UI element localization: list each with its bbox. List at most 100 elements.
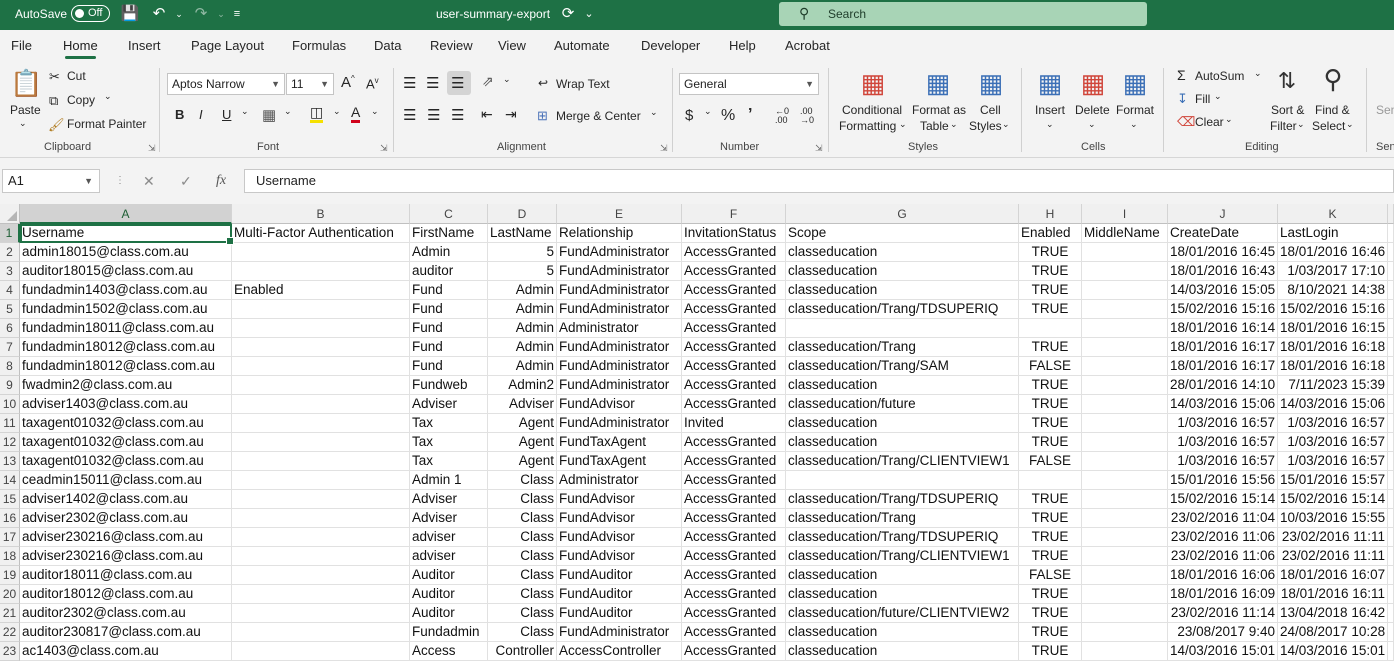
row-header[interactable]: 6 [0, 319, 20, 338]
cell-h20[interactable]: TRUE [1019, 585, 1082, 604]
cell-h4[interactable]: TRUE [1019, 281, 1082, 300]
cell-c7[interactable]: Fund [410, 338, 488, 357]
cell-e8[interactable]: FundAdministrator [557, 357, 682, 376]
cell-e3[interactable]: FundAdministrator [557, 262, 682, 281]
autosave-toggle[interactable]: Off [71, 5, 110, 22]
cell-g1[interactable]: Scope [786, 224, 1019, 243]
cell-b14[interactable] [232, 471, 410, 490]
cell-g5[interactable]: classeducation/Trang/TDSUPERIQ [786, 300, 1019, 319]
cell-e20[interactable]: FundAuditor [557, 585, 682, 604]
cell-b15[interactable] [232, 490, 410, 509]
cell-b16[interactable] [232, 509, 410, 528]
cell-f15[interactable]: AccessGranted [682, 490, 786, 509]
filename-dropdown-icon[interactable]: ⌄ [578, 3, 600, 25]
clipboard-launcher-icon[interactable]: ⇲ [148, 143, 156, 154]
cell-g17[interactable]: classeducation/Trang/TDSUPERIQ [786, 528, 1019, 547]
cell-c11[interactable]: Tax [410, 414, 488, 433]
cell-a2[interactable]: admin18015@class.com.au [20, 243, 232, 262]
cell-k1[interactable]: LastLogin [1278, 224, 1388, 243]
undo-dropdown-icon[interactable]: ⌄ [168, 3, 190, 25]
cell-h21[interactable]: TRUE [1019, 604, 1082, 623]
cell-i4[interactable] [1082, 281, 1168, 300]
cell-g14[interactable] [786, 471, 1019, 490]
cell-h1[interactable]: Enabled [1019, 224, 1082, 243]
cell-partial[interactable] [1388, 243, 1394, 262]
cell-h16[interactable]: TRUE [1019, 509, 1082, 528]
cell-g4[interactable]: classeducation [786, 281, 1019, 300]
cell-c20[interactable]: Auditor [410, 585, 488, 604]
cell-d2[interactable]: 5 [488, 243, 557, 262]
increase-indent-icon[interactable]: ⇥ [505, 106, 517, 123]
cell-h17[interactable]: TRUE [1019, 528, 1082, 547]
copy-dropdown-icon[interactable]: ⌄ [104, 91, 112, 102]
customize-qat-icon[interactable]: ≡ [226, 3, 248, 25]
cell-f23[interactable]: AccessGranted [682, 642, 786, 661]
merge-center-button[interactable]: Merge & Center [556, 109, 641, 123]
cell-k5[interactable]: 15/02/2016 15:16 [1278, 300, 1388, 319]
cell-b9[interactable] [232, 376, 410, 395]
cell-partial[interactable] [1388, 319, 1394, 338]
cell-i1[interactable]: MiddleName [1082, 224, 1168, 243]
cell-g9[interactable]: classeducation [786, 376, 1019, 395]
increase-decimal-icon[interactable]: ←0.00 [775, 107, 789, 125]
comma-style-icon[interactable]: ’ [748, 106, 752, 124]
cell-e22[interactable]: FundAdministrator [557, 623, 682, 642]
cell-k23[interactable]: 14/03/2016 15:01 [1278, 642, 1388, 661]
cell-b20[interactable] [232, 585, 410, 604]
cell-k7[interactable]: 18/01/2016 16:18 [1278, 338, 1388, 357]
cell-f10[interactable]: AccessGranted [682, 395, 786, 414]
cell-d10[interactable]: Adviser [488, 395, 557, 414]
cell-h22[interactable]: TRUE [1019, 623, 1082, 642]
cell-partial[interactable] [1388, 452, 1394, 471]
cell-g2[interactable]: classeducation [786, 243, 1019, 262]
clear-button[interactable]: Clear [1195, 115, 1224, 129]
cell-f19[interactable]: AccessGranted [682, 566, 786, 585]
wrap-text-button[interactable]: Wrap Text [556, 77, 610, 91]
cell-k3[interactable]: 1/03/2017 17:10 [1278, 262, 1388, 281]
italic-button[interactable]: I [199, 107, 203, 122]
cell-e21[interactable]: FundAuditor [557, 604, 682, 623]
column-header-j[interactable]: J [1168, 204, 1278, 224]
cell-k13[interactable]: 1/03/2016 16:57 [1278, 452, 1388, 471]
column-header-g[interactable]: G [786, 204, 1019, 224]
cell-a4[interactable]: fundadmin1403@class.com.au [20, 281, 232, 300]
cell-c21[interactable]: Auditor [410, 604, 488, 623]
conditional-formatting-dropdown-icon[interactable]: ⌄ [899, 119, 907, 130]
paste-dropdown-icon[interactable]: ⌄ [19, 118, 27, 129]
cell-k21[interactable]: 13/04/2018 16:42 [1278, 604, 1388, 623]
column-header-c[interactable]: C [410, 204, 488, 224]
cell-e13[interactable]: FundTaxAgent [557, 452, 682, 471]
alignment-launcher-icon[interactable]: ⇲ [660, 143, 668, 154]
cell-a3[interactable]: auditor18015@class.com.au [20, 262, 232, 281]
font-launcher-icon[interactable]: ⇲ [380, 143, 388, 154]
cell-partial[interactable] [1388, 395, 1394, 414]
cell-j10[interactable]: 14/03/2016 15:06 [1168, 395, 1278, 414]
cell-partial[interactable] [1388, 509, 1394, 528]
cell-h15[interactable]: TRUE [1019, 490, 1082, 509]
cell-a11[interactable]: taxagent01032@class.com.au [20, 414, 232, 433]
cell-partial[interactable] [1388, 376, 1394, 395]
fill-dropdown-icon[interactable]: ⌄ [1214, 91, 1222, 102]
cell-e9[interactable]: FundAdministrator [557, 376, 682, 395]
sync-status-icon[interactable]: ⟳ [557, 3, 579, 25]
cell-c5[interactable]: Fund [410, 300, 488, 319]
row-header[interactable]: 8 [0, 357, 20, 376]
cell-g18[interactable]: classeducation/Trang/CLIENTVIEW1 [786, 547, 1019, 566]
row-header[interactable]: 13 [0, 452, 20, 471]
align-right-icon[interactable]: ☰ [451, 106, 464, 124]
cell-i11[interactable] [1082, 414, 1168, 433]
cell-k14[interactable]: 15/01/2016 15:57 [1278, 471, 1388, 490]
cell-h2[interactable]: TRUE [1019, 243, 1082, 262]
row-header[interactable]: 18 [0, 547, 20, 566]
format-painter-button[interactable]: Format Painter [67, 117, 146, 131]
tab-page-layout[interactable]: Page Layout [191, 30, 264, 62]
align-center-icon[interactable]: ☰ [427, 106, 440, 124]
format-as-table-dropdown-icon[interactable]: ⌄ [950, 119, 958, 130]
cell-a10[interactable]: adviser1403@class.com.au [20, 395, 232, 414]
cell-i17[interactable] [1082, 528, 1168, 547]
cell-j7[interactable]: 18/01/2016 16:17 [1168, 338, 1278, 357]
cell-f20[interactable]: AccessGranted [682, 585, 786, 604]
cell-g12[interactable]: classeducation [786, 433, 1019, 452]
column-header-f[interactable]: F [682, 204, 786, 224]
cell-a7[interactable]: fundadmin18012@class.com.au [20, 338, 232, 357]
